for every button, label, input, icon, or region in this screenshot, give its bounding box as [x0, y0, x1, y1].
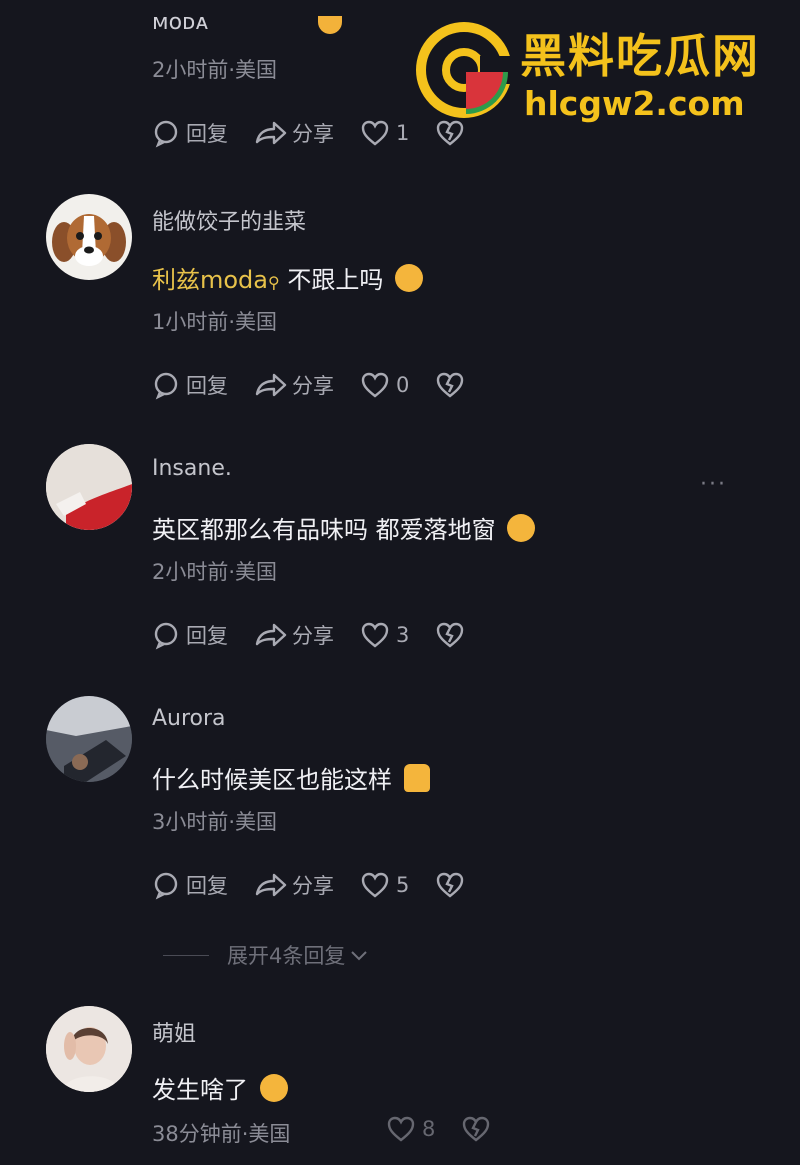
share-icon	[255, 873, 287, 897]
heart-icon	[361, 622, 389, 648]
dislike-button[interactable]	[435, 871, 469, 899]
comment-text: 发生啥了	[152, 1070, 288, 1105]
comment-author-name[interactable]: 能做饺子的韭菜	[152, 204, 306, 236]
reply-button[interactable]: 回复	[152, 620, 228, 650]
dislike-button[interactable]	[435, 371, 469, 399]
heart-icon	[361, 372, 389, 398]
watermark-url: hlcgw2.com	[524, 84, 745, 123]
like-count: 5	[396, 873, 410, 897]
heart-icon	[361, 872, 389, 898]
watermelon-logo-icon	[416, 22, 514, 118]
thumbs-up-icon	[403, 764, 430, 792]
chevron-down-icon	[351, 951, 368, 961]
dog-avatar[interactable]	[46, 194, 132, 280]
comment-meta: 3小时前·美国	[152, 810, 278, 834]
broken-heart-icon	[437, 120, 464, 146]
reply-button[interactable]: 回复	[152, 118, 228, 148]
comment-author-name[interactable]: Insane.	[152, 456, 232, 481]
comment-meta: 2小时前·美国	[152, 58, 278, 82]
comment-actions: 回复 分享 1	[152, 116, 495, 150]
broken-heart-icon	[437, 372, 464, 398]
car-avatar[interactable]	[46, 696, 132, 782]
reply-icon	[154, 872, 178, 900]
like-button[interactable]: 3	[360, 621, 409, 649]
broken-heart-icon	[437, 622, 464, 648]
share-icon	[255, 373, 287, 397]
red-sleeve-avatar[interactable]	[46, 444, 132, 530]
reply-button[interactable]: 回复	[152, 370, 228, 400]
more-options-button[interactable]: ···	[700, 472, 727, 497]
comment-actions: 8	[386, 1112, 521, 1146]
like-button[interactable]: 8	[386, 1115, 435, 1143]
reply-icon	[154, 622, 178, 650]
comment-author-name[interactable]: ᴍᴏᴅᴀ	[152, 10, 208, 34]
emoji-icon	[259, 1074, 288, 1102]
like-button[interactable]: 1	[360, 119, 409, 147]
dislike-button[interactable]	[435, 621, 469, 649]
comment-author-name[interactable]: 萌姐	[152, 1016, 196, 1048]
comment-meta: 1小时前·美国	[152, 310, 278, 334]
share-button[interactable]: 分享	[254, 370, 334, 400]
reply-icon	[154, 120, 178, 148]
expand-replies-button[interactable]: 展开4条回复	[163, 940, 369, 970]
girl-avatar[interactable]	[46, 1006, 132, 1092]
comment-text: 什么时候美区也能这样	[152, 760, 430, 795]
like-count: 3	[396, 623, 410, 647]
reply-icon	[154, 372, 178, 400]
watermark: 黑料吃瓜网 hlcgw2.com	[410, 18, 798, 128]
emoji-icon	[507, 514, 536, 542]
comment-author-name[interactable]: Aurora	[152, 706, 226, 731]
share-button[interactable]: 分享	[254, 870, 334, 900]
share-button[interactable]: 分享	[254, 620, 334, 650]
comment-meta: 2小时前·美国	[152, 560, 278, 584]
mention-link[interactable]: 利兹moda	[152, 266, 268, 294]
like-count: 8	[422, 1117, 436, 1141]
like-count: 0	[396, 373, 410, 397]
comment-meta: 38分钟前·美国	[152, 1122, 291, 1146]
comment-actions: 回复 分享 5	[152, 868, 495, 902]
like-count: 1	[396, 121, 410, 145]
broken-heart-icon	[437, 872, 464, 898]
search-icon: ⚲	[268, 273, 280, 292]
reply-button[interactable]: 回复	[152, 870, 228, 900]
dislike-button[interactable]	[435, 119, 469, 147]
share-button[interactable]: 分享	[254, 118, 334, 148]
heart-icon	[361, 120, 389, 146]
like-button[interactable]: 5	[360, 871, 409, 899]
share-icon	[255, 121, 287, 145]
divider	[163, 954, 209, 956]
share-icon	[255, 623, 287, 647]
heart-icon	[387, 1116, 415, 1142]
emoji-icon	[395, 264, 424, 292]
watermark-title: 黑料吃瓜网	[520, 29, 760, 83]
emoji-icon	[318, 16, 342, 34]
comment-text: 利兹moda⚲ 不跟上吗	[152, 260, 424, 295]
like-button[interactable]: 0	[360, 371, 409, 399]
comment-text: 英区都那么有品味吗 都爱落地窗	[152, 510, 536, 545]
comment-actions: 回复 分享 0	[152, 368, 495, 402]
broken-heart-icon	[463, 1116, 490, 1142]
dislike-button[interactable]	[461, 1115, 495, 1143]
comment-actions: 回复 分享 3	[152, 618, 495, 652]
